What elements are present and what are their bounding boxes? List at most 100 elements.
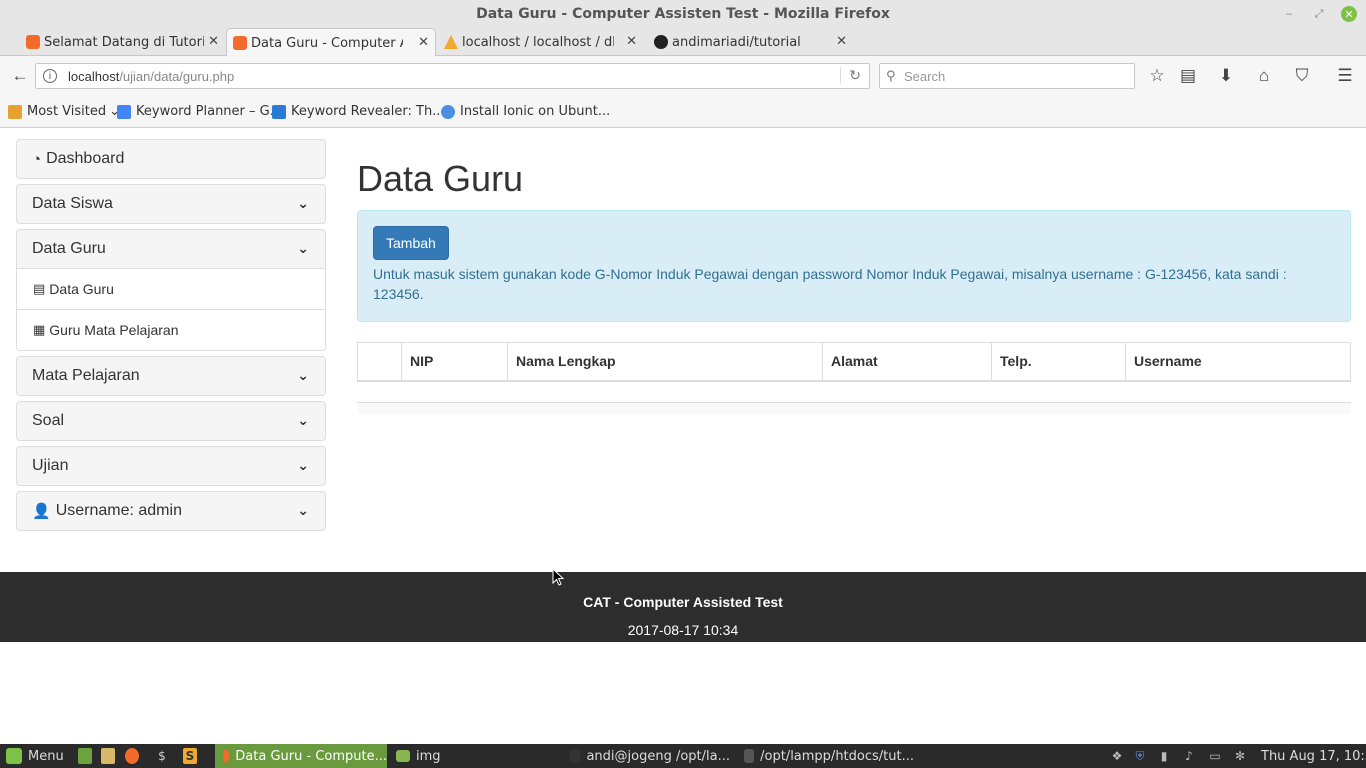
username-heading[interactable]: 👤 Username: admin ⌄ (17, 492, 325, 530)
bookmarks-toolbar: Most Visited ⌄ Keyword Planner – G... Ke… (0, 96, 1366, 128)
table-header-row: NIP Nama Lengkap Alamat Telp. Username (357, 342, 1351, 382)
xampp-icon (233, 36, 247, 50)
close-tab-icon[interactable]: ✕ (418, 35, 429, 50)
column-header-nip[interactable]: NIP (401, 342, 508, 382)
sidebar-item-label: Data Guru (32, 240, 106, 257)
search-input[interactable]: ⚲ Search (879, 63, 1135, 89)
user-icon: 👤 (32, 503, 51, 520)
menu-icon[interactable]: ☰ (1333, 64, 1357, 88)
task-img-folder[interactable]: img (396, 744, 546, 768)
close-tab-icon[interactable]: ✕ (626, 34, 637, 49)
bookmark-star-icon[interactable]: ☆ (1145, 64, 1169, 88)
task-editor[interactable]: /opt/lampp/htdocs/tut... (744, 744, 914, 768)
tab-phpmyadmin[interactable]: localhost / localhost / db_uji ✕ (438, 28, 643, 56)
column-header-select[interactable] (357, 342, 402, 382)
battery-icon[interactable]: ▭ (1208, 748, 1222, 764)
network-icon[interactable]: ▮ (1157, 748, 1171, 764)
column-header-username[interactable]: Username (1125, 342, 1351, 382)
download-icon[interactable]: ⬇ (1214, 64, 1238, 88)
maximize-icon[interactable]: ⤢ (1311, 6, 1327, 22)
submenu-data-guru[interactable]: ▤ Data Guru (17, 268, 325, 309)
tab-label: Data Guru - Computer Assis (251, 35, 403, 51)
dashboard-heading[interactable]: ◔ Dashboard (17, 140, 325, 178)
sidebar-item-label: Ujian (32, 457, 69, 474)
firefox-icon (223, 749, 230, 763)
footer-title: CAT - Computer Assisted Test (583, 594, 783, 610)
sidebar-item-mata-pelajaran[interactable]: Mata Pelajaran ⌄ (16, 356, 326, 396)
ionic-icon (441, 104, 455, 119)
tab-selamat-datang[interactable]: Selamat Datang di Tutorial ✕ (20, 28, 225, 56)
bookmark-most-visited[interactable]: Most Visited ⌄ (8, 104, 120, 119)
chevron-down-icon: ⌄ (297, 412, 309, 428)
url-bar[interactable]: i localhost/ujian/data/guru.php ↻ (35, 63, 870, 89)
dashboard-icon: ◔ (32, 150, 42, 168)
close-window-icon[interactable]: ✕ (1341, 6, 1357, 22)
add-button[interactable]: Tambah (373, 226, 449, 260)
firefox-icon[interactable] (125, 748, 139, 764)
tab-data-guru[interactable]: Data Guru - Computer Assis ✕ (226, 28, 436, 57)
sidebar-item-username[interactable]: 👤 Username: admin ⌄ (16, 491, 326, 531)
main-panel: Data Guru Tambah Untuk masuk sistem guna… (357, 129, 1351, 414)
sublime-icon[interactable]: S (183, 748, 197, 764)
sidebar-item-data-guru[interactable]: Data Guru ⌄ ▤ Data Guru ▦ Guru Mata Pela… (16, 229, 326, 351)
sidebar-item-soal[interactable]: Soal ⌄ (16, 401, 326, 441)
xampp-icon (26, 35, 40, 49)
terminal-icon[interactable]: $ (155, 748, 169, 764)
ujian-heading[interactable]: Ujian ⌄ (17, 447, 325, 485)
tab-strip: Selamat Datang di Tutorial ✕ Data Guru -… (0, 28, 1366, 82)
search-icon: ⚲ (886, 68, 896, 83)
soal-heading[interactable]: Soal ⌄ (17, 402, 325, 440)
volume-icon[interactable]: ♪ (1182, 748, 1196, 764)
column-header-alamat[interactable]: Alamat (822, 342, 992, 382)
settings-icon[interactable]: ✻ (1233, 748, 1247, 764)
minimize-icon[interactable]: – (1281, 6, 1297, 22)
folder-icon (8, 104, 22, 119)
chevron-down-icon: ⌄ (297, 457, 309, 473)
show-desktop-icon[interactable] (78, 748, 92, 764)
shield-icon[interactable]: ⛨ (1133, 748, 1147, 764)
bookmark-keyword-revealer[interactable]: Keyword Revealer: Th... (272, 104, 445, 119)
home-icon[interactable]: ⌂ (1252, 64, 1276, 88)
bookmark-install-ionic[interactable]: Install Ionic on Ubunt... (441, 104, 610, 119)
footer-date: 2017-08-17 10:34 (627, 622, 739, 638)
editor-icon (744, 749, 755, 763)
files-icon[interactable] (101, 748, 115, 764)
clock[interactable]: Thu Aug 17, 10:34 (1261, 744, 1366, 768)
page-content: ◔ Dashboard Data Siswa ⌄ Data Guru ⌄ ▤ D… (0, 129, 1366, 744)
column-header-nama-lengkap[interactable]: Nama Lengkap (507, 342, 823, 382)
table-footer (357, 401, 1351, 414)
reload-icon[interactable]: ↻ (840, 67, 861, 84)
submenu-guru-mata-pelajaran[interactable]: ▦ Guru Mata Pelajaran (17, 309, 325, 350)
column-header-telp[interactable]: Telp. (991, 342, 1126, 382)
tab-github[interactable]: andimariadi/tutorial ✕ (648, 28, 853, 56)
task-label: /opt/lampp/htdocs/tut... (760, 748, 914, 764)
reading-list-icon[interactable]: ▤ (1176, 64, 1200, 88)
task-firefox[interactable]: Data Guru - Compute... (215, 744, 387, 768)
sidebar-item-data-siswa[interactable]: Data Siswa ⌄ (16, 184, 326, 224)
sidebar-item-ujian[interactable]: Ujian ⌄ (16, 446, 326, 486)
sidebar-item-dashboard[interactable]: ◔ Dashboard (16, 139, 326, 179)
teacher-table: NIP Nama Lengkap Alamat Telp. Username (357, 342, 1351, 382)
menu-label: Menu (28, 748, 64, 764)
mata-pelajaran-heading[interactable]: Mata Pelajaran ⌄ (17, 357, 325, 395)
bookmark-keyword-planner[interactable]: Keyword Planner – G... (117, 104, 282, 119)
info-icon[interactable]: i (43, 69, 57, 83)
task-label: Data Guru - Compute... (235, 748, 387, 764)
pocket-icon[interactable]: ⛉ (1290, 64, 1314, 88)
data-guru-heading[interactable]: Data Guru ⌄ (17, 230, 325, 268)
close-tab-icon[interactable]: ✕ (208, 34, 219, 49)
url-host: localhost (68, 68, 120, 84)
close-tab-icon[interactable]: ✕ (836, 34, 847, 49)
dropbox-icon[interactable]: ❖ (1110, 748, 1124, 764)
sidebar-item-label: Username: admin (55, 502, 182, 519)
data-siswa-heading[interactable]: Data Siswa ⌄ (17, 185, 325, 223)
back-arrow-icon[interactable]: ← (8, 64, 32, 88)
chevron-down-icon: ⌄ (297, 195, 309, 211)
bookmark-label: Install Ionic on Ubunt... (460, 104, 611, 119)
grid-icon: ▦ (33, 322, 46, 337)
task-label: andi@jogeng /opt/la... (586, 748, 730, 764)
terminal-icon (570, 749, 581, 763)
sidebar-item-label: Data Siswa (32, 195, 113, 212)
start-menu-button[interactable]: Menu (6, 744, 64, 768)
task-terminal[interactable]: andi@jogeng /opt/la... (570, 744, 730, 768)
